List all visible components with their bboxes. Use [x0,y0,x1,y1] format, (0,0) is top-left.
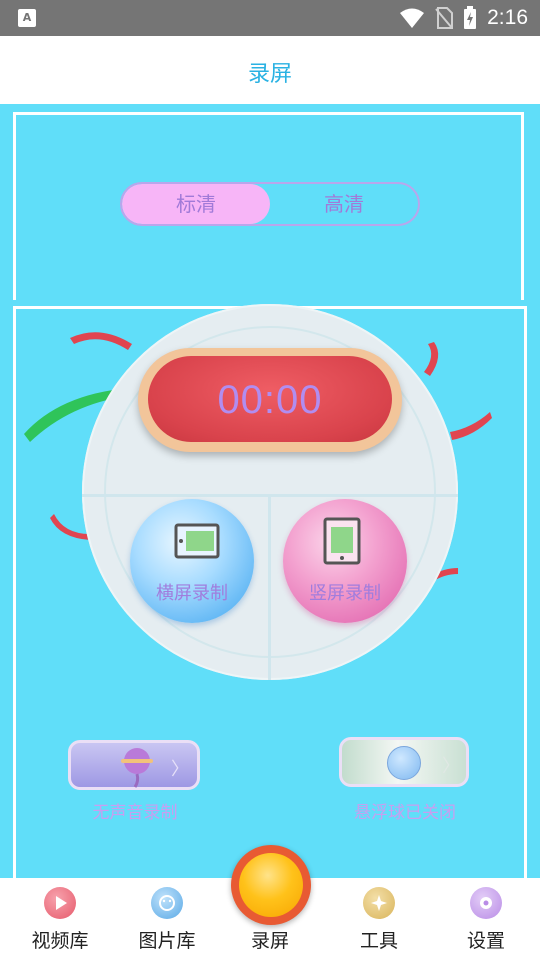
settings-icon [470,887,502,919]
record-button[interactable] [231,845,311,925]
mute-toggle-button[interactable]: 〉 [68,740,200,790]
nav-item-image-library[interactable]: 图片库 [113,878,221,960]
quality-option-sd[interactable]: 标清 [122,184,270,224]
no-sim-icon [435,7,454,29]
chevron-right-icon: 〉 [171,759,189,780]
portrait-screen-icon [323,517,361,565]
status-bar: A 2:16 [0,0,540,36]
nav-label-record: 录屏 [250,930,289,952]
lollipop-icon [121,748,153,788]
tools-icon [363,887,395,919]
quality-option-hd[interactable]: 高清 [270,184,418,224]
nav-item-video-library[interactable]: 视频库 [6,878,114,960]
quality-toggle[interactable]: 标清 高清 [120,182,420,226]
float-ball-icon [387,746,421,780]
page-title: 录屏 [247,62,292,87]
wifi-icon [400,8,425,28]
nav-label-video-library: 视频库 [31,930,89,952]
clock: 2:16 [487,6,528,29]
title-bar: 录屏 [0,36,540,104]
portrait-record-button[interactable]: 竖屏录制 [283,499,407,623]
battery-charging-icon [464,6,477,29]
nav-label-tools: 工具 [359,930,398,952]
timer-display: 00:00 [138,348,402,452]
nav-label-image-library: 图片库 [138,930,196,952]
timer-text: 00:00 [217,378,323,422]
float-ball-toggle-label: 悬浮球已关闭 [354,803,456,823]
portrait-record-label: 竖屏录制 [309,583,381,604]
nav-item-tools[interactable]: 工具 [325,878,433,960]
image-icon [151,887,183,919]
chevron-right-icon: 〉 [442,756,460,777]
mute-toggle-label: 无声音录制 [92,803,178,823]
nav-label-settings: 设置 [466,930,505,952]
notification-icon: A [18,9,36,27]
landscape-record-label: 横屏录制 [156,583,228,604]
float-ball-toggle-button[interactable]: 〉 [339,737,469,787]
record-icon [239,853,303,917]
nav-item-settings[interactable]: 设置 [432,878,540,960]
video-play-icon [44,887,76,919]
landscape-screen-icon [174,523,220,559]
landscape-record-button[interactable]: 横屏录制 [130,499,254,623]
